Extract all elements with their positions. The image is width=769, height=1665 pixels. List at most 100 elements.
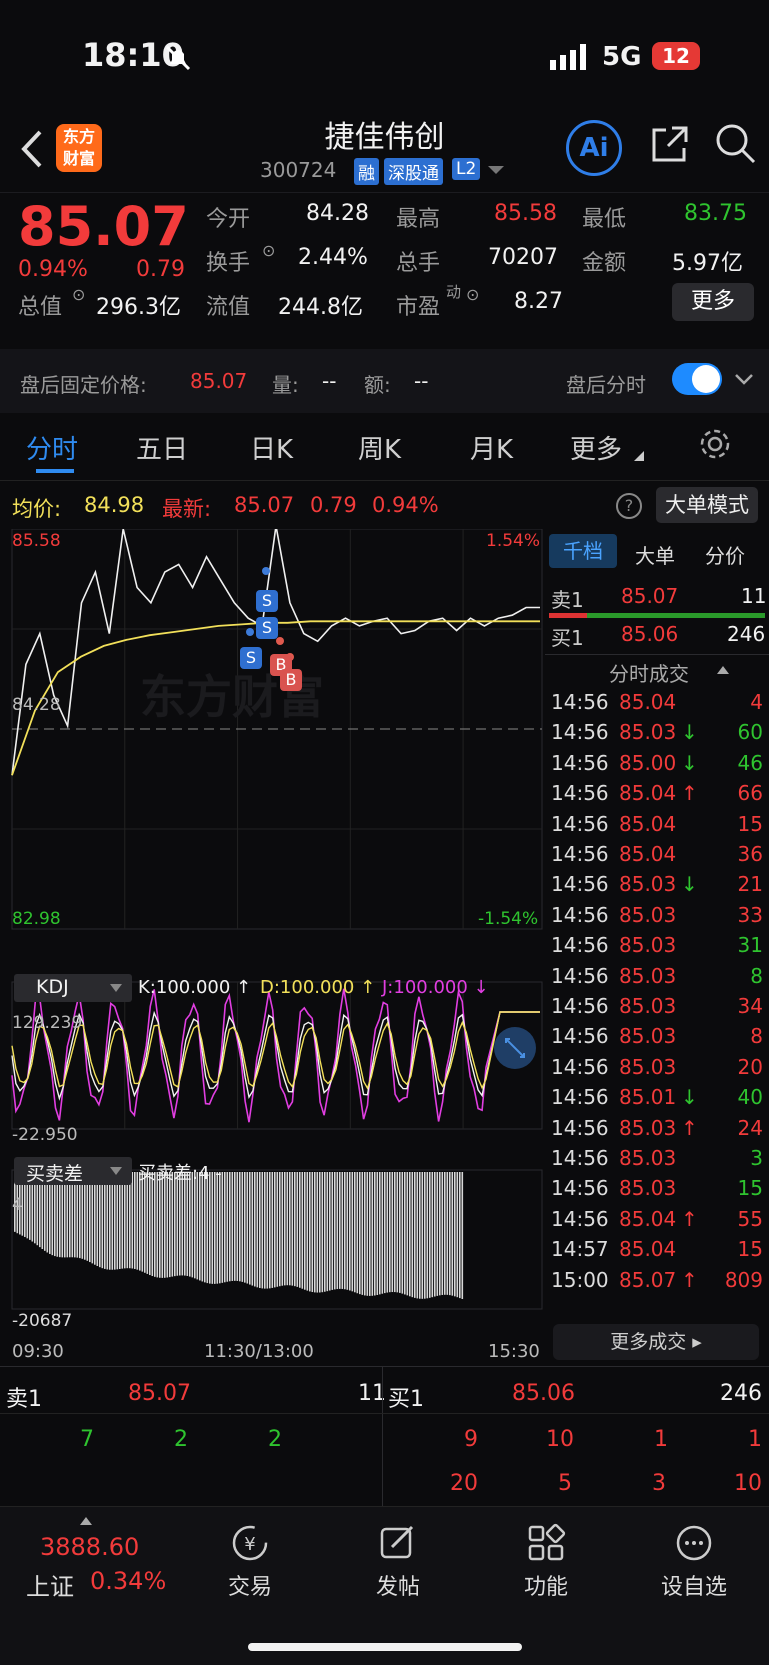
tag-margin: 融 [354,158,379,185]
bid-detail-cell: 1 [748,1427,762,1452]
trade-dot [262,567,270,575]
nav-trade[interactable]: ¥ 交易 [180,1507,320,1627]
sell-marker[interactable]: S [240,647,262,669]
big-order-mode-button[interactable]: 大单模式 [656,487,758,523]
trade-list[interactable]: 14:56 85.04 4 14:56 85.03 ↓ 60 14:56 85.00 ↓ 46 14:… [545,690,769,1310]
trade-price: 85.03 [619,1054,677,1079]
trade-time: 14:56 [551,750,609,775]
diff-bar [104,1172,106,1269]
low-value: 83.75 [684,201,747,226]
ask1-volume: 11 [741,584,767,608]
turnover-value: 2.44% [298,245,368,270]
collapse-triangle-icon[interactable] [717,666,729,674]
bid1-label: 买1 [551,626,584,650]
compose-icon [380,1525,414,1559]
chevron-down-icon[interactable] [488,166,504,176]
tab-daily-k[interactable]: 日K [250,429,293,466]
diff-bar [259,1172,261,1288]
ai-assistant-button[interactable]: Ai [566,120,622,176]
search-icon[interactable] [714,122,758,166]
svg-text:¥: ¥ [244,1534,255,1555]
diff-bar [184,1172,186,1276]
turnover-label: 换手 [206,251,251,276]
info-circle-icon[interactable]: ⊙ [262,241,275,260]
expand-chart-button[interactable] [494,1027,536,1069]
trade-dot [276,637,284,645]
nav-functions[interactable]: 功能 [476,1507,616,1627]
change-percent: 0.94% [18,257,88,282]
diff-bar [221,1172,224,1283]
tab-big-orders[interactable]: 大单 [635,540,675,569]
buy-marker[interactable]: B [280,669,302,691]
diff-bar [394,1172,396,1293]
ask1-label: 卖1 [551,588,584,612]
nav-post[interactable]: 发帖 [328,1507,468,1627]
dropdown-triangle-icon [110,984,122,992]
tab-price-dist[interactable]: 分价 [705,540,745,569]
trade-volume: 8 [750,1024,763,1049]
tab-level-book[interactable]: 千档 [549,534,617,568]
diff-bar [284,1172,286,1286]
volume-value: 70207 [488,245,558,270]
index-pct: 0.34% [90,1567,167,1595]
diff-indicator-select[interactable]: 买卖差 [14,1157,132,1185]
diff-bar [369,1172,371,1296]
depth-bid-label: 买1 [388,1387,424,1412]
bid-ratio-bar [587,613,765,618]
trade-price: 85.04 [619,811,677,836]
diff-bar [149,1172,151,1276]
trade-volume: 4 [750,690,763,714]
diff-bar [211,1172,214,1284]
tab-intraday[interactable]: 分时 [26,429,78,466]
settings-gear-icon[interactable] [698,427,732,461]
kdj-indicator-select[interactable]: KDJ [14,974,132,1002]
sell-marker[interactable]: S [256,617,278,639]
tab-weekly-k[interactable]: 周K [358,429,401,466]
tab-more[interactable]: 更多 [570,429,622,466]
diff-bar [446,1172,449,1295]
tab-five-day[interactable]: 五日 [136,429,188,466]
trade-row: 14:56 85.04 ↑ 66 [545,781,769,813]
index-ticker[interactable]: 3888.60 上证 0.34% [0,1507,176,1627]
diff-bar [194,1172,196,1279]
chevron-down-icon[interactable] [734,373,754,387]
more-button[interactable]: 更多 [672,283,754,321]
after-hours-toggle[interactable] [672,363,722,395]
after-hours-bar: 盘后固定价格: 85.07 量: -- 额: -- 盘后分时 [0,349,769,413]
more-trades-button[interactable]: 更多成交 ▸ [553,1324,759,1360]
diff-bar [231,1172,234,1281]
diff-bar [121,1172,124,1269]
trade-time: 14:56 [551,1206,609,1231]
kdj-k-value: K:100.000 ↑ [138,977,252,998]
nav-add-watchlist[interactable]: 设自选 [624,1507,764,1627]
diff-bar [399,1172,401,1293]
trade-price: 85.03 [619,994,677,1018]
diff-bar [261,1172,264,1289]
trade-arrow: ↑ [681,1267,698,1292]
diff-bar [111,1172,114,1270]
help-icon[interactable]: ? [616,493,642,519]
nav-add-watchlist-label: 设自选 [660,1575,727,1600]
share-icon[interactable] [648,122,692,166]
trade-volume: 24 [737,1115,763,1140]
trade-volume: 33 [737,902,763,927]
diff-bar [244,1172,246,1283]
sell-marker[interactable]: S [256,590,278,612]
info-circle-icon[interactable]: ⊙ [466,285,479,304]
bid-detail-cell: 10 [734,1471,762,1496]
trade-price: 85.04 [619,781,677,806]
tab-monthly-k[interactable]: 月K [470,429,513,466]
diff-bar [459,1172,461,1299]
trade-time: 14:56 [551,872,609,897]
trade-row: 14:56 85.03 33 [545,903,769,935]
info-circle-icon[interactable]: ⊙ [72,285,85,304]
diff-bar [254,1172,256,1287]
diff-bar [186,1172,189,1276]
ask1-price: 85.07 [621,584,679,608]
trade-price: 85.04 [619,1237,677,1262]
diff-bar [379,1172,381,1295]
diff-bar [179,1172,181,1276]
trade-row: 15:00 85.07 ↑ 809 [545,1268,769,1300]
diff-bar [364,1172,366,1296]
trade-price: 85.01 [619,1085,677,1110]
